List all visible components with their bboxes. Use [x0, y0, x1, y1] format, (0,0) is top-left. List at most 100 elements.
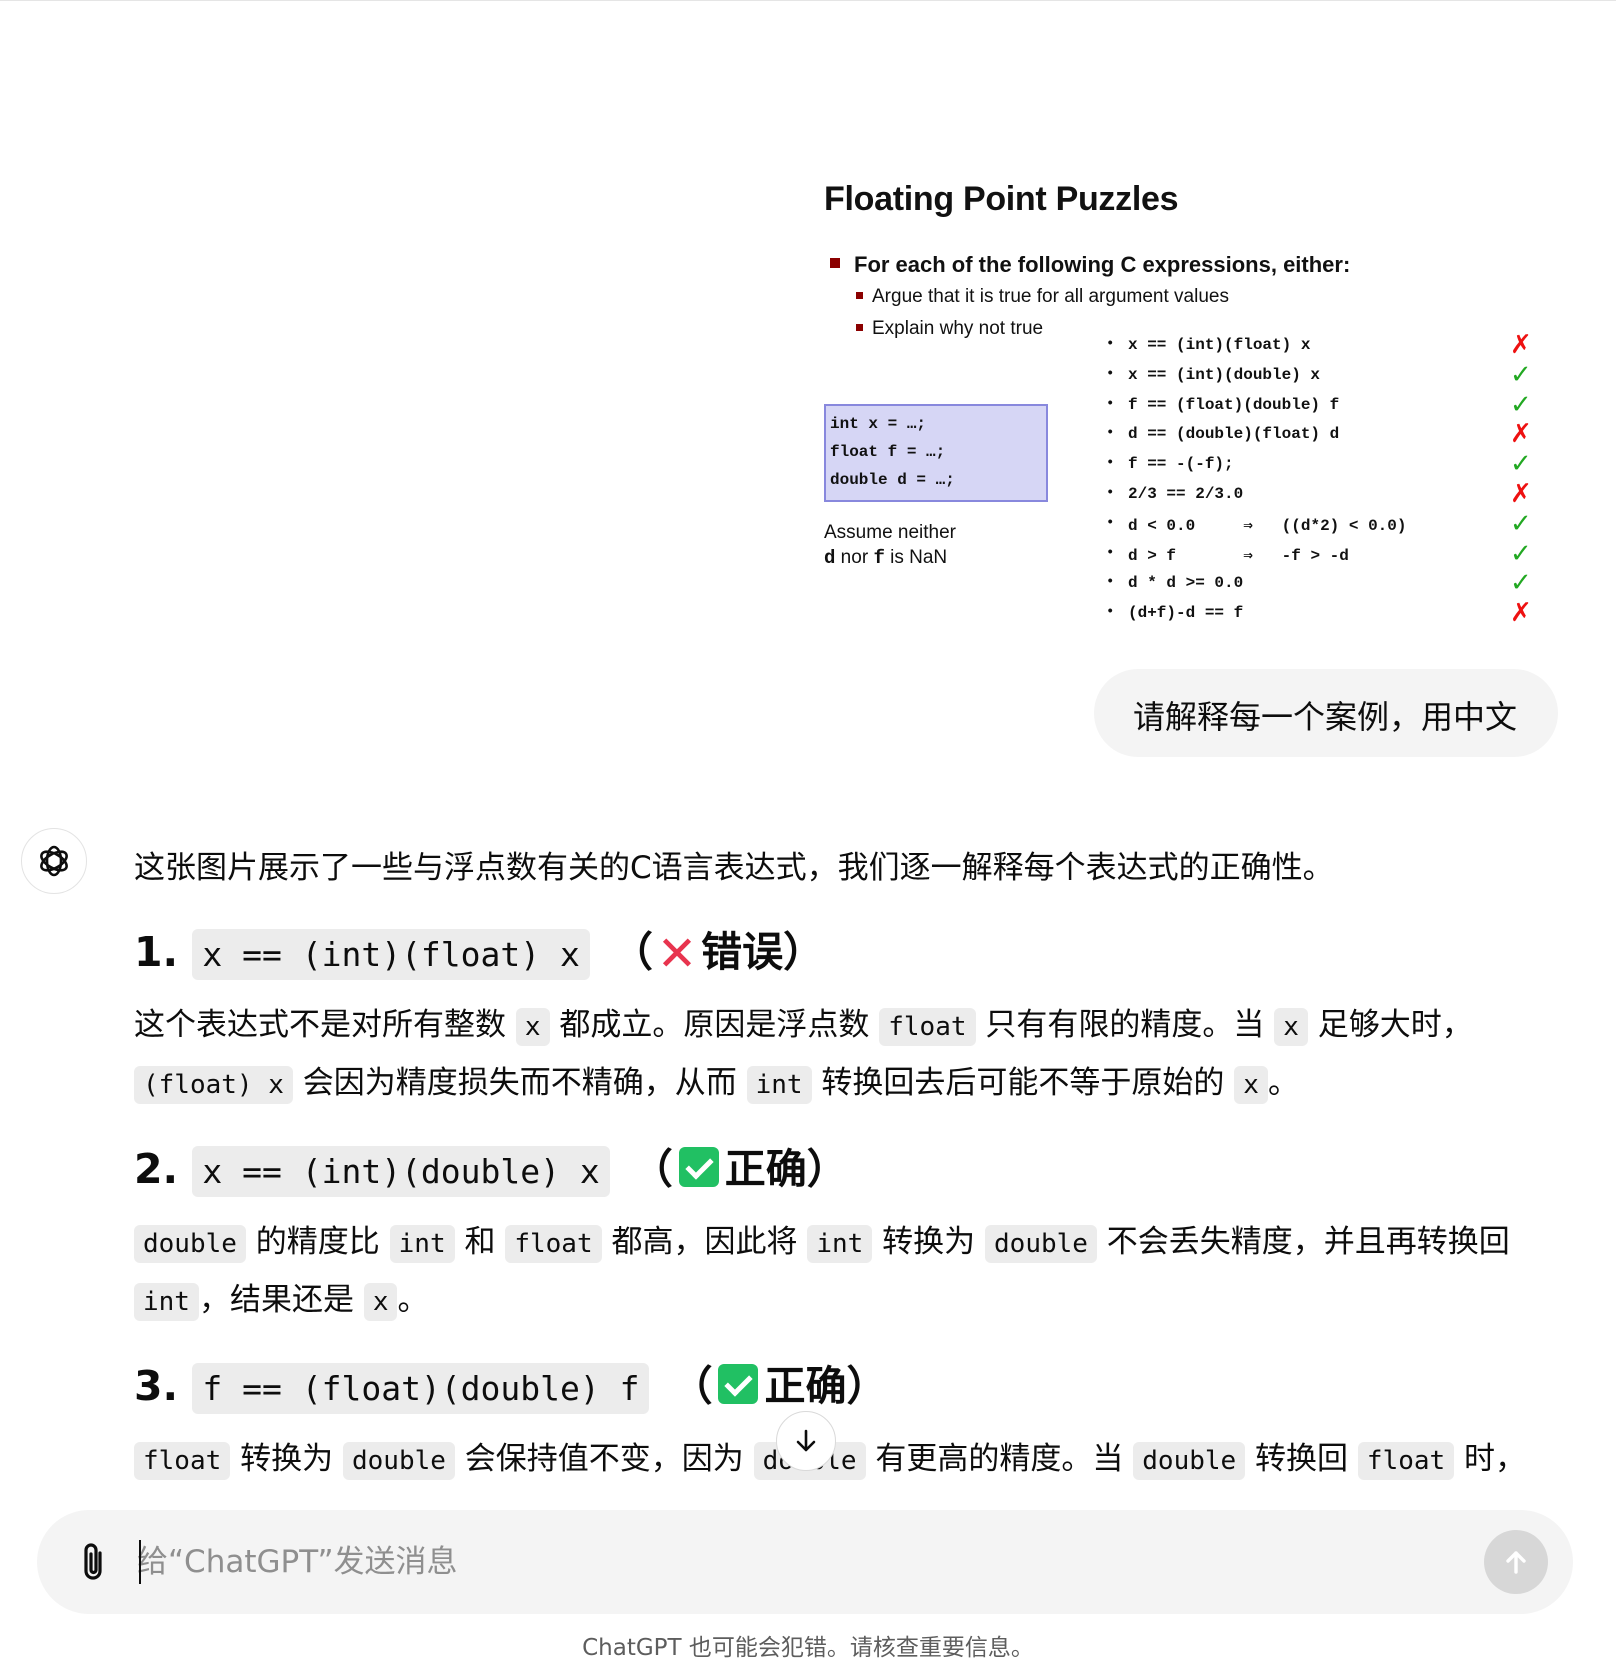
- expression-bullet: •: [1106, 514, 1115, 531]
- case-explanation: int ，结果还是 x。: [134, 1272, 1554, 1330]
- expression-bullet: •: [1106, 455, 1115, 472]
- expression-row: • d < 0.0 ⇒ ((d*2) < 0.0) ✓: [1106, 509, 1566, 543]
- slide-subbullet-2: Explain why not true: [872, 318, 1044, 339]
- verdict-label: 正确）: [724, 1145, 848, 1193]
- inline-code: float: [1357, 1442, 1455, 1480]
- case-expression: f == (float)(double) f: [192, 1363, 650, 1414]
- expression-bullet: •: [1106, 604, 1115, 621]
- slide-subbullet-square: [856, 292, 863, 299]
- explanation-text: 这个表达式不是对所有整数: [134, 1007, 516, 1043]
- expression-row: • (d+f)-d == f ✗: [1106, 598, 1566, 632]
- explanation-text: 都成立。原因是浮点数: [549, 1007, 880, 1043]
- explanation-text: 时，: [1454, 1441, 1527, 1477]
- slide-subbullet-square: [856, 324, 863, 331]
- cross-mark-icon: ✕: [656, 926, 698, 982]
- inline-code: double: [134, 1225, 246, 1263]
- expression-bullet: •: [1106, 425, 1115, 442]
- slide-bullet-main: For each of the following C expressions,…: [854, 252, 1351, 277]
- cross-icon: ✗: [1510, 419, 1532, 450]
- check-box-icon: [678, 1147, 719, 1187]
- case-expression: x == (int)(double) x: [192, 1146, 610, 1197]
- explanation-text: 。: [397, 1282, 429, 1318]
- checkmark-icon: ✓: [1510, 449, 1532, 480]
- expression-text: f == (float)(double) f: [1128, 395, 1340, 414]
- case-heading: 3. f == (float)(double) f （ 正确）: [134, 1358, 1554, 1417]
- slide-bullet-square: [830, 258, 840, 268]
- checkmark-icon: ✓: [1510, 508, 1532, 539]
- inline-code: x: [1274, 1008, 1308, 1046]
- inline-code: double: [1133, 1442, 1246, 1480]
- case-explanation: 这个表达式不是对所有整数 x 都成立。原因是浮点数 float 只有有限的精度。…: [134, 997, 1554, 1055]
- explanation-text: 会因为精度损失而不精确，从而: [292, 1065, 747, 1101]
- explanation-text: 足够大时，: [1307, 1007, 1473, 1043]
- expression-text: f == -(-f);: [1128, 455, 1234, 474]
- decl-int: int x = …;: [830, 415, 927, 433]
- expression-text: x == (int)(double) x: [1128, 365, 1321, 384]
- expression-bullet: •: [1106, 365, 1115, 382]
- expression-text: 2/3 == 2/3.0: [1128, 484, 1244, 503]
- text-caret: [139, 1540, 141, 1584]
- explanation-text: ，结果还是: [198, 1282, 364, 1318]
- attach-paperclip-icon[interactable]: [73, 1538, 113, 1586]
- decl-float: float f = …;: [830, 443, 946, 461]
- explanation-text: 会保持值不变，因为: [454, 1441, 754, 1477]
- slide-title: Floating Point Puzzles: [824, 180, 1179, 218]
- verdict-open-paren: （: [671, 1362, 713, 1410]
- inline-code: float: [879, 1008, 976, 1046]
- case-expression: x == (int)(float) x: [192, 929, 590, 980]
- explanation-text: 只有有限的精度。当: [975, 1007, 1275, 1043]
- arrow-up-icon: [1506, 1551, 1526, 1574]
- inline-code: x: [363, 1283, 398, 1321]
- case-number: 3.: [134, 1362, 179, 1410]
- case-explanation: double 的精度比 int 和 float 都高，因此将 int 转换为 d…: [134, 1214, 1554, 1272]
- expression-bullet: •: [1106, 544, 1115, 561]
- uploaded-slide-image[interactable]: Floating Point Puzzles For each of the f…: [818, 160, 1568, 640]
- case-heading: 2. x == (int)(double) x （ 正确）: [134, 1141, 1554, 1200]
- send-button[interactable]: [1484, 1530, 1548, 1594]
- chatgpt-logo-icon: [21, 828, 87, 894]
- verdict-open-paren: （: [631, 1145, 673, 1193]
- explanation-text: 和: [454, 1224, 506, 1260]
- explanation-text: 转换为: [230, 1441, 343, 1477]
- inline-code: x: [1234, 1066, 1268, 1104]
- checkmark-icon: ✓: [1510, 568, 1532, 599]
- case-heading: 1. x == (int)(float) x （✕错误）: [134, 924, 1554, 983]
- decl-double: double d = …;: [830, 471, 955, 489]
- checkmark-icon: ✓: [1510, 389, 1532, 420]
- explanation-text: 。: [1267, 1065, 1299, 1101]
- arrow-down-icon: [796, 1429, 816, 1452]
- explanation-text: 都高，因此将: [601, 1224, 808, 1260]
- expression-bullet: •: [1106, 484, 1115, 501]
- scroll-to-bottom-button[interactable]: [776, 1411, 836, 1471]
- cross-icon: ✗: [1510, 598, 1532, 629]
- inline-code: float: [134, 1442, 231, 1480]
- inline-code: (float) x: [134, 1066, 293, 1104]
- expression-row: • d == (double)(float) d ✗: [1106, 419, 1566, 453]
- expression-text: d * d >= 0.0: [1128, 574, 1244, 593]
- explanation-text: 的精度比: [245, 1224, 390, 1260]
- expression-row: • d > f ⇒ -f > -d ✓: [1106, 539, 1566, 573]
- declarations-box: int x = …; float f = …; double d = …;: [824, 404, 1048, 502]
- message-composer: [37, 1510, 1573, 1614]
- expression-row: • f == (float)(double) f ✓: [1106, 390, 1566, 424]
- checkmark-icon: ✓: [1510, 538, 1532, 569]
- inline-code: int: [134, 1283, 199, 1321]
- expression-bullet: •: [1106, 395, 1115, 412]
- assume-note: Assume neither d nor f is NaN: [824, 522, 957, 569]
- slide-subbullet-1: Argue that it is true for all argument v…: [872, 286, 1229, 307]
- expression-bullet: •: [1106, 336, 1115, 352]
- inline-code: int: [389, 1225, 455, 1263]
- case-explanation: (float) x 会因为精度损失而不精确，从而 int 转换回去后可能不等于原…: [134, 1055, 1554, 1113]
- inline-code: int: [807, 1225, 873, 1263]
- verdict-label: 错误）: [701, 928, 825, 976]
- explanation-text: 有更高的精度。当: [865, 1441, 1134, 1477]
- explanation-text: 转换回: [1245, 1441, 1358, 1477]
- case-number: 1.: [134, 928, 179, 976]
- cross-icon: ✗: [1510, 330, 1532, 360]
- verdict-label: 正确）: [764, 1362, 888, 1410]
- expression-row: • 2/3 == 2/3.0 ✗: [1106, 479, 1566, 513]
- inline-code: double: [343, 1442, 455, 1480]
- expression-text: (d+f)-d == f: [1128, 604, 1244, 623]
- message-input[interactable]: [137, 1534, 1397, 1590]
- checkmark-icon: ✓: [1510, 359, 1532, 390]
